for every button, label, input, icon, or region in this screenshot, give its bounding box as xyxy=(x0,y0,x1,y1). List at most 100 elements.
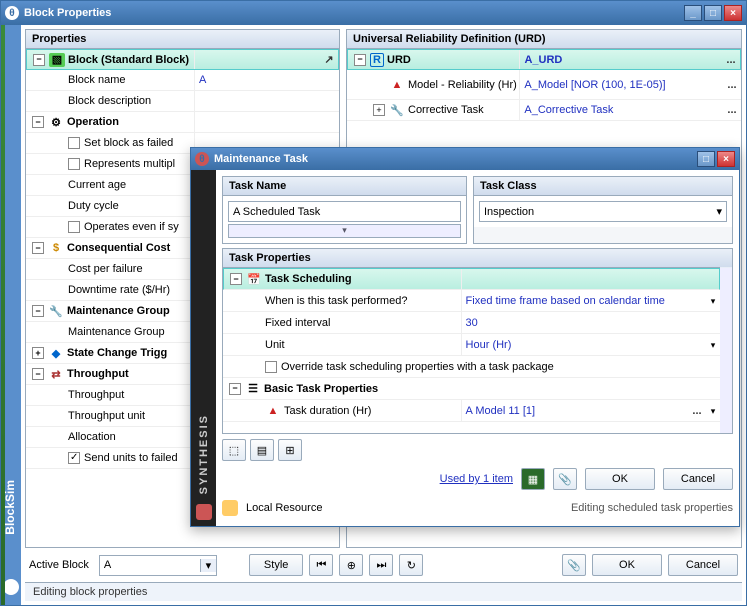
tool-btn-2[interactable]: ▤ xyxy=(250,439,274,461)
active-block-combo[interactable]: ▾ xyxy=(99,555,217,576)
block-name-label: Block name xyxy=(68,74,125,86)
more-icon[interactable]: ... xyxy=(723,104,741,116)
collapse-icon[interactable] xyxy=(32,305,44,317)
chevron-down-icon[interactable]: ▾ xyxy=(200,559,216,572)
unit-value[interactable]: Hour (Hr) xyxy=(462,339,706,351)
float-title: Maintenance Task xyxy=(214,153,308,165)
more-icon[interactable]: ... xyxy=(688,405,706,417)
tool-btn-3[interactable]: ⊞ xyxy=(278,439,302,461)
duration-row[interactable]: ▲Task duration (Hr) A Model 11 [1] ... xyxy=(223,400,720,422)
model-row[interactable]: ▲Model - Reliability (Hr) A_Model [NOR (… xyxy=(347,70,741,100)
float-app-icon xyxy=(195,152,209,166)
float-ok-button[interactable]: OK xyxy=(585,468,655,490)
style-button[interactable]: Style xyxy=(249,554,303,576)
block-header-icon[interactable]: ↗ xyxy=(320,53,338,66)
corrective-row[interactable]: 🔧Corrective Task A_Corrective Task ... xyxy=(347,100,741,121)
unit-row[interactable]: Unit Hour (Hr) xyxy=(223,334,720,356)
corrective-value[interactable]: A_Corrective Task xyxy=(520,104,723,116)
model-icon: ▲ xyxy=(265,404,281,418)
checkbox[interactable] xyxy=(68,137,80,149)
cancel-button[interactable]: Cancel xyxy=(668,554,738,576)
nav-add-button[interactable]: ⊕ xyxy=(339,554,363,576)
urd-row[interactable]: RURD A_URD ... xyxy=(347,49,741,70)
expand-icon[interactable] xyxy=(32,347,44,359)
checkbox[interactable] xyxy=(68,221,80,233)
maximize-button[interactable]: □ xyxy=(704,5,722,21)
collapse-icon[interactable] xyxy=(354,54,366,66)
send-units-label: Send units to failed xyxy=(84,452,178,464)
app-icon xyxy=(5,6,19,20)
block-header-row[interactable]: ▧Block (Standard Block) ↗ xyxy=(26,49,339,70)
resource-icon xyxy=(222,500,238,516)
task-class-select[interactable]: Inspection ▾ xyxy=(479,201,727,222)
fixed-interval-value[interactable]: 30 xyxy=(462,317,720,329)
active-block-input[interactable] xyxy=(100,556,200,575)
collapse-icon[interactable] xyxy=(32,242,44,254)
task-class-group: Task Class Inspection ▾ xyxy=(473,176,733,244)
block-name-value[interactable]: A xyxy=(195,74,339,86)
nav-last-button[interactable]: ⏭ xyxy=(369,554,393,576)
more-icon[interactable]: ... xyxy=(722,54,740,66)
urd-header: Universal Reliability Definition (URD) xyxy=(347,30,741,49)
throughput-icon: ⇄ xyxy=(48,367,64,381)
bottom-toolbar: Active Block ▾ Style ⏮ ⊕ ⏭ ↻ 📎 OK Cancel xyxy=(25,548,742,582)
block-desc-row[interactable]: Block description xyxy=(26,91,339,112)
attach-button[interactable]: 📎 xyxy=(562,554,586,576)
minimize-button[interactable]: _ xyxy=(684,5,702,21)
unit-label: Unit xyxy=(265,339,285,351)
urd-value[interactable]: A_URD xyxy=(520,54,722,66)
chevron-down-icon[interactable] xyxy=(706,295,720,307)
more-icon[interactable]: ... xyxy=(723,79,741,91)
fixed-interval-row[interactable]: Fixed interval 30 xyxy=(223,312,720,334)
checkbox[interactable] xyxy=(265,361,277,373)
nav-first-button[interactable]: ⏮ xyxy=(309,554,333,576)
ok-button[interactable]: OK xyxy=(592,554,662,576)
close-button[interactable]: × xyxy=(724,5,742,21)
chevron-down-icon[interactable] xyxy=(706,405,720,417)
float-status-text: Editing scheduled task properties xyxy=(571,502,733,514)
block-name-row[interactable]: Block name A xyxy=(26,70,339,91)
attach-button[interactable]: 📎 xyxy=(553,468,577,490)
urd-label: URD xyxy=(387,54,411,66)
tool-btn-1[interactable]: ⬚ xyxy=(222,439,246,461)
task-name-input[interactable] xyxy=(228,201,461,222)
block-properties-window: Block Properties _ □ × BlockSim Properti… xyxy=(0,0,747,606)
collapse-icon[interactable] xyxy=(229,383,241,395)
override-row[interactable]: Override task scheduling properties with… xyxy=(223,356,720,378)
chevron-down-icon[interactable]: ▾ xyxy=(716,205,722,218)
fixed-interval-label: Fixed interval xyxy=(265,317,330,329)
model-label: Model - Reliability (Hr) xyxy=(408,79,517,91)
expand-icon[interactable] xyxy=(373,104,385,116)
maint-group-item-label: Maintenance Group xyxy=(68,326,165,338)
collapse-icon[interactable] xyxy=(32,368,44,380)
when-value[interactable]: Fixed time frame based on calendar time xyxy=(462,295,706,307)
nav-refresh-button[interactable]: ↻ xyxy=(399,554,423,576)
operates-even-label: Operates even if sy xyxy=(84,221,179,233)
basic-task-section[interactable]: ☰Basic Task Properties xyxy=(223,378,720,400)
when-row[interactable]: When is this task performed? Fixed time … xyxy=(223,290,720,312)
collapse-icon[interactable] xyxy=(32,116,44,128)
task-name-dropdown[interactable] xyxy=(228,224,461,238)
downtime-rate-label: Downtime rate ($/Hr) xyxy=(68,284,170,296)
used-by-link[interactable]: Used by 1 item xyxy=(440,473,513,485)
float-maximize-button[interactable]: □ xyxy=(697,151,715,167)
operation-section[interactable]: ⚙Operation xyxy=(26,112,339,133)
main-titlebar[interactable]: Block Properties _ □ × xyxy=(1,1,746,25)
active-block-label: Active Block xyxy=(29,559,89,571)
model-value[interactable]: A_Model [NOR (100, 1E-05)] xyxy=(520,79,723,91)
checkbox-checked[interactable] xyxy=(68,452,80,464)
float-titlebar[interactable]: Maintenance Task □ × xyxy=(191,148,739,170)
task-name-header: Task Name xyxy=(223,177,466,196)
chip-button[interactable]: ▦ xyxy=(521,468,545,490)
float-close-button[interactable]: × xyxy=(717,151,735,167)
float-cancel-button[interactable]: Cancel xyxy=(663,468,733,490)
block-header-label: Block (Standard Block) xyxy=(68,54,189,66)
task-scheduling-section[interactable]: 📅Task Scheduling xyxy=(223,268,720,290)
float-brand-icon xyxy=(196,504,212,520)
checkbox[interactable] xyxy=(68,158,80,170)
chevron-down-icon[interactable] xyxy=(706,339,720,351)
duration-value[interactable]: A Model 11 [1] xyxy=(462,405,688,417)
list-icon: ☰ xyxy=(245,382,261,396)
collapse-icon[interactable] xyxy=(230,273,242,285)
collapse-icon[interactable] xyxy=(33,54,45,66)
